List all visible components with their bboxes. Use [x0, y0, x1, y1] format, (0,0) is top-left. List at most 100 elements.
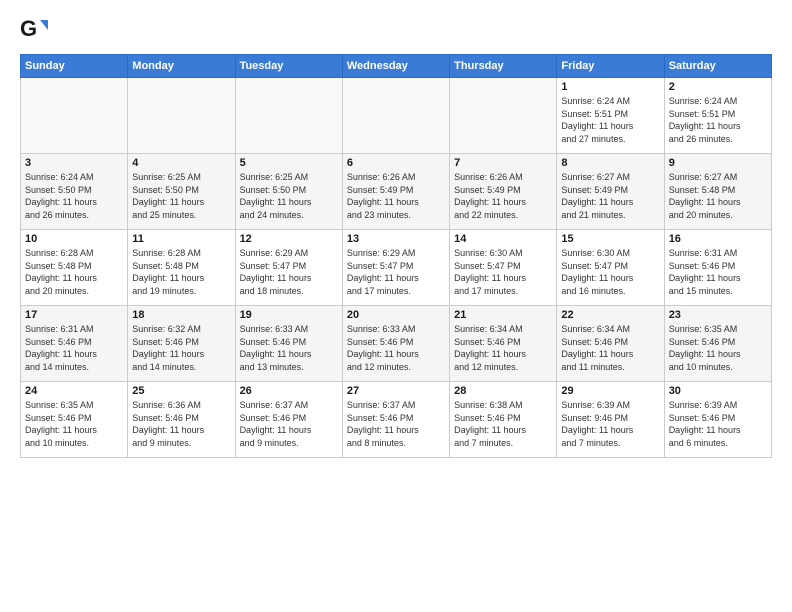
weekday-header-wednesday: Wednesday — [342, 55, 449, 78]
day-number: 5 — [240, 157, 338, 169]
day-number: 13 — [347, 233, 445, 245]
day-info: Sunrise: 6:39 AM Sunset: 5:46 PM Dayligh… — [669, 399, 767, 449]
week-row-3: 17 Sunrise: 6:31 AM Sunset: 5:46 PM Dayli… — [21, 306, 772, 382]
day-info: Sunrise: 6:24 AM Sunset: 5:51 PM Dayligh… — [669, 95, 767, 145]
day-number: 30 — [669, 385, 767, 397]
day-info: Sunrise: 6:35 AM Sunset: 5:46 PM Dayligh… — [25, 399, 123, 449]
page: G SundayMondayTuesdayWednesdayThursdayFr… — [0, 0, 792, 612]
week-row-4: 24Sunrise: 6:35 AM Sunset: 5:46 PM Dayli… — [21, 382, 772, 458]
day-number: 6 — [347, 157, 445, 169]
calendar-cell: 2 Sunrise: 6:24 AM Sunset: 5:51 PM Daylig… — [664, 78, 771, 154]
calendar-cell: 14 Sunrise: 6:30 AM Sunset: 5:47 PM Dayli… — [450, 230, 557, 306]
day-number: 4 — [132, 157, 230, 169]
calendar-cell: 23 Sunrise: 6:35 AM Sunset: 5:46 PM Dayli… — [664, 306, 771, 382]
calendar-cell: 29 Sunrise: 6:39 AM Sunset: 9:46 PM Dayli… — [557, 382, 664, 458]
calendar-table: SundayMondayTuesdayWednesdayThursdayFrid… — [20, 54, 772, 458]
day-info: Sunrise: 6:26 AM Sunset: 5:49 PM Dayligh… — [347, 171, 445, 221]
calendar-cell: 27Sunrise: 6:37 AM Sunset: 5:46 PM Dayli… — [342, 382, 449, 458]
day-number: 21 — [454, 309, 552, 321]
week-row-2: 10 Sunrise: 6:28 AM Sunset: 5:48 PM Dayli… — [21, 230, 772, 306]
day-number: 17 — [25, 309, 123, 321]
day-info: Sunrise: 6:24 AM Sunset: 5:51 PM Dayligh… — [561, 95, 659, 145]
day-number: 11 — [132, 233, 230, 245]
svg-text:G: G — [20, 16, 37, 41]
calendar-cell: 17 Sunrise: 6:31 AM Sunset: 5:46 PM Dayli… — [21, 306, 128, 382]
calendar-cell: 11 Sunrise: 6:28 AM Sunset: 5:48 PM Dayli… — [128, 230, 235, 306]
day-info: Sunrise: 6:27 AM Sunset: 5:49 PM Dayligh… — [561, 171, 659, 221]
week-row-0: 1 Sunrise: 6:24 AM Sunset: 5:51 PM Daylig… — [21, 78, 772, 154]
calendar-cell: 9Sunrise: 6:27 AM Sunset: 5:48 PM Daylig… — [664, 154, 771, 230]
day-info: Sunrise: 6:35 AM Sunset: 5:46 PM Dayligh… — [669, 323, 767, 373]
day-info: Sunrise: 6:25 AM Sunset: 5:50 PM Dayligh… — [240, 171, 338, 221]
day-info: Sunrise: 6:30 AM Sunset: 5:47 PM Dayligh… — [561, 247, 659, 297]
calendar-cell: 6 Sunrise: 6:26 AM Sunset: 5:49 PM Daylig… — [342, 154, 449, 230]
calendar-cell — [128, 78, 235, 154]
day-number: 20 — [347, 309, 445, 321]
day-info: Sunrise: 6:30 AM Sunset: 5:47 PM Dayligh… — [454, 247, 552, 297]
calendar-cell: 28Sunrise: 6:38 AM Sunset: 5:46 PM Dayli… — [450, 382, 557, 458]
day-number: 19 — [240, 309, 338, 321]
calendar-cell: 4 Sunrise: 6:25 AM Sunset: 5:50 PM Daylig… — [128, 154, 235, 230]
day-number: 18 — [132, 309, 230, 321]
day-number: 26 — [240, 385, 338, 397]
day-number: 12 — [240, 233, 338, 245]
calendar-cell: 26 Sunrise: 6:37 AM Sunset: 5:46 PM Dayli… — [235, 382, 342, 458]
day-info: Sunrise: 6:34 AM Sunset: 5:46 PM Dayligh… — [561, 323, 659, 373]
day-info: Sunrise: 6:33 AM Sunset: 5:46 PM Dayligh… — [240, 323, 338, 373]
calendar-cell: 16Sunrise: 6:31 AM Sunset: 5:46 PM Dayli… — [664, 230, 771, 306]
weekday-header-saturday: Saturday — [664, 55, 771, 78]
day-number: 22 — [561, 309, 659, 321]
day-number: 14 — [454, 233, 552, 245]
weekday-header-thursday: Thursday — [450, 55, 557, 78]
day-info: Sunrise: 6:31 AM Sunset: 5:46 PM Dayligh… — [25, 323, 123, 373]
day-info: Sunrise: 6:39 AM Sunset: 9:46 PM Dayligh… — [561, 399, 659, 449]
day-info: Sunrise: 6:29 AM Sunset: 5:47 PM Dayligh… — [240, 247, 338, 297]
day-number: 2 — [669, 81, 767, 93]
day-info: Sunrise: 6:29 AM Sunset: 5:47 PM Dayligh… — [347, 247, 445, 297]
day-info: Sunrise: 6:25 AM Sunset: 5:50 PM Dayligh… — [132, 171, 230, 221]
day-number: 29 — [561, 385, 659, 397]
calendar-cell: 19 Sunrise: 6:33 AM Sunset: 5:46 PM Dayli… — [235, 306, 342, 382]
logo-icon: G — [20, 16, 48, 44]
calendar-cell: 21 Sunrise: 6:34 AM Sunset: 5:46 PM Dayli… — [450, 306, 557, 382]
calendar-cell: 30 Sunrise: 6:39 AM Sunset: 5:46 PM Dayli… — [664, 382, 771, 458]
day-info: Sunrise: 6:38 AM Sunset: 5:46 PM Dayligh… — [454, 399, 552, 449]
day-info: Sunrise: 6:24 AM Sunset: 5:50 PM Dayligh… — [25, 171, 123, 221]
day-number: 23 — [669, 309, 767, 321]
day-info: Sunrise: 6:33 AM Sunset: 5:46 PM Dayligh… — [347, 323, 445, 373]
day-info: Sunrise: 6:37 AM Sunset: 5:46 PM Dayligh… — [347, 399, 445, 449]
calendar-cell: 1 Sunrise: 6:24 AM Sunset: 5:51 PM Daylig… — [557, 78, 664, 154]
day-number: 10 — [25, 233, 123, 245]
calendar-cell — [21, 78, 128, 154]
calendar-cell: 5 Sunrise: 6:25 AM Sunset: 5:50 PM Daylig… — [235, 154, 342, 230]
calendar-cell: 7Sunrise: 6:26 AM Sunset: 5:49 PM Daylig… — [450, 154, 557, 230]
calendar-cell: 25Sunrise: 6:36 AM Sunset: 5:46 PM Dayli… — [128, 382, 235, 458]
day-number: 1 — [561, 81, 659, 93]
day-number: 15 — [561, 233, 659, 245]
weekday-header-friday: Friday — [557, 55, 664, 78]
day-number: 9 — [669, 157, 767, 169]
header: G — [20, 16, 772, 44]
day-info: Sunrise: 6:32 AM Sunset: 5:46 PM Dayligh… — [132, 323, 230, 373]
calendar-cell: 10Sunrise: 6:28 AM Sunset: 5:48 PM Dayli… — [21, 230, 128, 306]
weekday-header-monday: Monday — [128, 55, 235, 78]
calendar-cell — [342, 78, 449, 154]
day-info: Sunrise: 6:26 AM Sunset: 5:49 PM Dayligh… — [454, 171, 552, 221]
day-info: Sunrise: 6:28 AM Sunset: 5:48 PM Dayligh… — [132, 247, 230, 297]
weekday-header-sunday: Sunday — [21, 55, 128, 78]
week-row-1: 3Sunrise: 6:24 AM Sunset: 5:50 PM Daylig… — [21, 154, 772, 230]
day-number: 25 — [132, 385, 230, 397]
calendar-cell: 22 Sunrise: 6:34 AM Sunset: 5:46 PM Dayli… — [557, 306, 664, 382]
day-number: 16 — [669, 233, 767, 245]
calendar-cell: 3Sunrise: 6:24 AM Sunset: 5:50 PM Daylig… — [21, 154, 128, 230]
calendar-cell — [450, 78, 557, 154]
logo: G — [20, 16, 50, 44]
calendar-cell: 15 Sunrise: 6:30 AM Sunset: 5:47 PM Dayli… — [557, 230, 664, 306]
weekday-header-row: SundayMondayTuesdayWednesdayThursdayFrid… — [21, 55, 772, 78]
calendar-cell: 24Sunrise: 6:35 AM Sunset: 5:46 PM Dayli… — [21, 382, 128, 458]
day-number: 8 — [561, 157, 659, 169]
calendar-cell: 13 Sunrise: 6:29 AM Sunset: 5:47 PM Dayli… — [342, 230, 449, 306]
day-info: Sunrise: 6:34 AM Sunset: 5:46 PM Dayligh… — [454, 323, 552, 373]
calendar-cell: 12 Sunrise: 6:29 AM Sunset: 5:47 PM Dayli… — [235, 230, 342, 306]
day-info: Sunrise: 6:37 AM Sunset: 5:46 PM Dayligh… — [240, 399, 338, 449]
